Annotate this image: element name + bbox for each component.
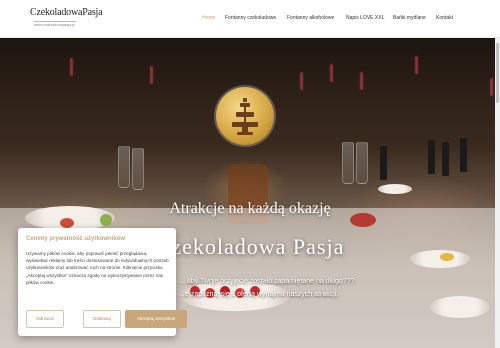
cookie-title: Cenimy prywatność użytkowników	[26, 236, 126, 242]
fountain-logo-badge	[216, 87, 274, 145]
nav-item-kontakt[interactable]: Kontakt	[436, 15, 453, 21]
accept-all-cookies-button[interactable]: Akceptuj wszystkie	[125, 310, 187, 328]
site-header: CzekoladowaPasja www.czekoladowapasja.pl…	[0, 0, 500, 38]
hero-headline: Atrakcje na każdą okazję	[169, 200, 331, 217]
main-nav: Home Fontanny czekoladowe Fontanny alkoh…	[0, 15, 500, 25]
hero-subtext-line2: …e zapoznaj się z ofertą wynajmu naszych…	[178, 291, 339, 298]
cookie-description: Używamy plików cookie, aby poprawić jako…	[26, 251, 169, 285]
nav-item-banki-mydlane[interactable]: Bańki mydlane	[393, 15, 426, 21]
reject-cookies-button[interactable]: Odrzucić	[26, 310, 64, 328]
chocolate-fountain-icon	[232, 98, 258, 135]
scrollbar-thumb[interactable]	[496, 43, 499, 103]
nav-item-fontanny-alkoholowe[interactable]: Fontanny alkoholowe	[287, 15, 334, 21]
nav-item-home[interactable]: Home	[202, 15, 215, 21]
nav-item-fontanny-czekoladowe[interactable]: Fontanny czekoladowe	[225, 15, 276, 21]
customize-cookies-button[interactable]: Dostosuj	[83, 310, 121, 328]
hero-subtext-line1: …, aby Twoje przyjęcie zostało zapamięta…	[176, 278, 355, 285]
cookie-consent-dialog: Cenimy prywatność użytkowników Używamy p…	[18, 228, 187, 336]
page-scrollbar[interactable]	[495, 37, 500, 348]
nav-item-napis-love[interactable]: Napis LOVE XXL	[346, 15, 384, 21]
